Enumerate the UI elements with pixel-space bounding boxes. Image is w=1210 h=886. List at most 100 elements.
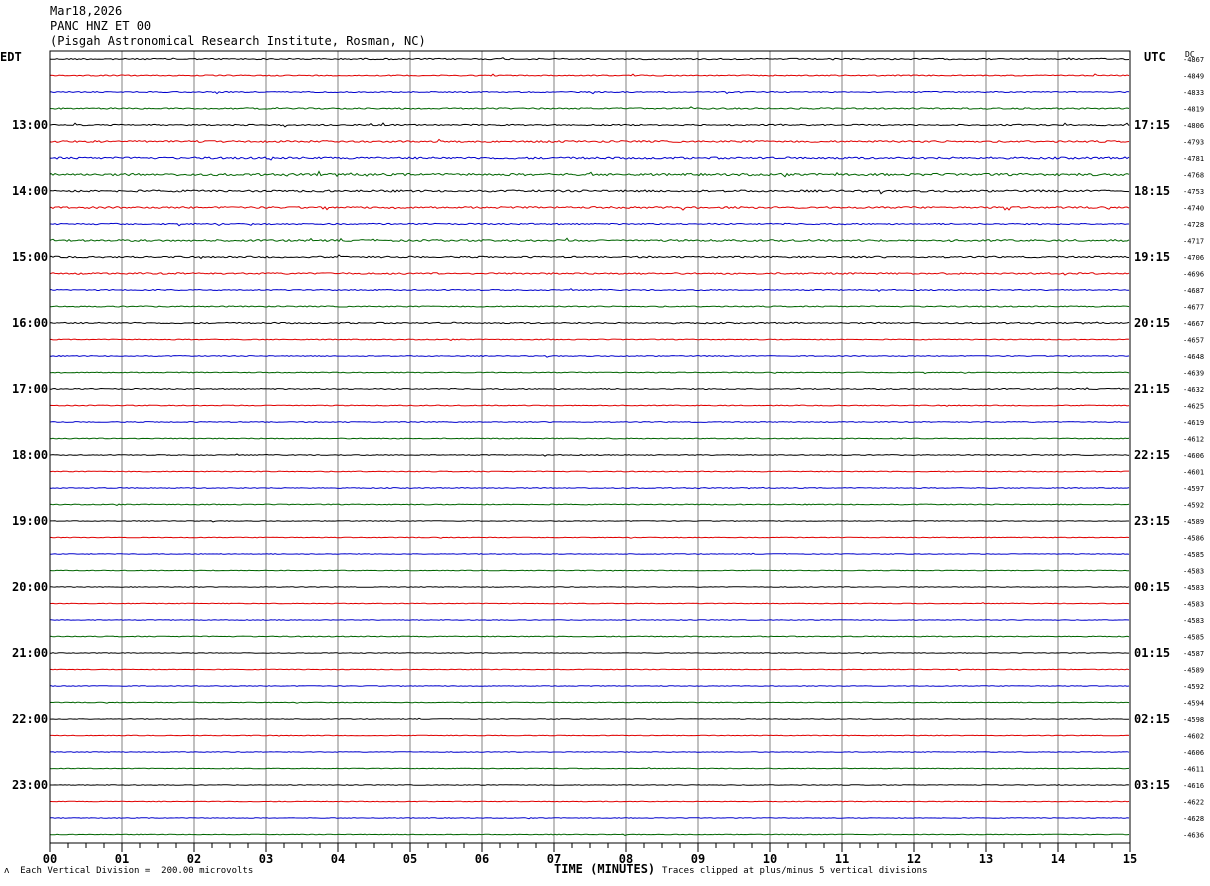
left-hour-label: 18:00 — [12, 448, 48, 462]
dc-offset-label: -4793 — [1183, 139, 1204, 147]
trace-row — [49, 90, 1130, 95]
left-hour-label: 15:00 — [12, 250, 48, 264]
right-hour-label: 20:15 — [1134, 316, 1170, 330]
dc-offset-label: -4677 — [1183, 304, 1204, 312]
dc-offset-label: -4583 — [1183, 584, 1204, 592]
trace-row — [49, 122, 1130, 128]
x-tick-label: 12 — [907, 852, 921, 866]
dc-label: DC — [1185, 50, 1195, 59]
x-axis-title: TIME (MINUTES) — [554, 862, 656, 876]
trace-row — [49, 767, 1130, 770]
trace-row — [50, 222, 1129, 227]
right-hour-label: 03:15 — [1134, 778, 1170, 792]
dc-offset-label: -4667 — [1183, 320, 1204, 328]
trace-row — [49, 371, 1130, 375]
dc-offset-label: -4806 — [1183, 122, 1204, 130]
dc-offset-label: -4611 — [1183, 766, 1204, 774]
dc-offset-label: -4781 — [1183, 155, 1204, 163]
left-hour-label: 14:00 — [12, 184, 48, 198]
left-hour-label: 13:00 — [12, 118, 48, 132]
dc-offset-label: -4586 — [1183, 535, 1204, 543]
helicorder-plot: 00 01 02 03 04 05 06 07 08 09 10 11 12 13 14 15 -4867-4… — [0, 50, 1204, 866]
x-tick-label: 14 — [1051, 852, 1065, 866]
trace-row — [49, 305, 1130, 308]
trace-row — [49, 668, 1130, 671]
trace-row — [50, 602, 1130, 605]
x-tick-label: 09 — [691, 852, 705, 866]
trace-row — [49, 421, 1130, 423]
x-tick-label: 10 — [763, 852, 777, 866]
trace-row — [49, 237, 1130, 243]
dc-offset-label: -4583 — [1183, 601, 1204, 609]
trace-row — [49, 453, 1130, 457]
trace-row — [49, 734, 1130, 737]
dc-offset-label: -4628 — [1183, 815, 1204, 823]
trace-row — [49, 685, 1130, 688]
x-tick-label: 15 — [1123, 852, 1137, 866]
x-tick-label: 04 — [331, 852, 345, 866]
dc-offset-label: -4819 — [1183, 106, 1204, 114]
trace-row — [49, 272, 1130, 276]
dc-offset-label: -4696 — [1183, 271, 1204, 279]
trace-row — [49, 652, 1129, 655]
footer-mark: ʌ — [4, 866, 10, 876]
trace-row — [49, 387, 1129, 391]
dc-offset-label: -4594 — [1183, 700, 1204, 708]
dc-offset-label: -4728 — [1183, 221, 1204, 229]
dc-offset-label: -4717 — [1183, 238, 1204, 246]
x-tick-label: 11 — [835, 852, 849, 866]
dc-offset-label: -4602 — [1183, 733, 1204, 741]
dc-offset-label: -4585 — [1183, 551, 1204, 559]
plot-frame — [49, 50, 1131, 844]
dc-offset-label: -4616 — [1183, 782, 1204, 790]
trace-row — [49, 254, 1130, 260]
dc-offset-label: -4592 — [1183, 683, 1204, 691]
x-tick-label: 06 — [475, 852, 489, 866]
trace-row — [49, 717, 1130, 720]
trace-row — [50, 784, 1130, 786]
dc-offset-label: -4833 — [1183, 89, 1204, 97]
dc-offset-label: -4619 — [1183, 419, 1204, 427]
x-tick-label: 00 — [43, 852, 57, 866]
trace-row — [49, 106, 1130, 110]
trace-row — [49, 635, 1130, 638]
left-timezone-label: EDT — [0, 50, 22, 64]
right-hour-label: 19:15 — [1134, 250, 1170, 264]
dc-offset-label: -4612 — [1183, 436, 1204, 444]
trace-row — [50, 800, 1130, 803]
footer-scale-note: ʌ Each Vertical Division = 200.00 microv… — [4, 866, 253, 876]
left-hour-label: 20:00 — [12, 580, 48, 594]
dc-offset-label: -4598 — [1183, 716, 1204, 724]
seismic-traces — [49, 57, 1130, 836]
right-hour-label: 17:15 — [1134, 118, 1170, 132]
trace-row — [49, 751, 1130, 753]
dc-offset-label: -4625 — [1183, 403, 1204, 411]
trace-row — [49, 170, 1130, 178]
trace-row — [49, 586, 1130, 588]
trace-row — [49, 701, 1130, 704]
x-tick-label: 01 — [115, 852, 129, 866]
trace-row — [49, 833, 1130, 836]
dc-offset-label: -4768 — [1183, 172, 1204, 180]
trace-row — [49, 552, 1130, 555]
dc-offset-label: -4632 — [1183, 386, 1204, 394]
dc-offset-label: -4706 — [1183, 254, 1204, 262]
dc-offset-label: -4657 — [1183, 337, 1204, 345]
trace-row — [49, 321, 1130, 325]
right-hour-label: 01:15 — [1134, 646, 1170, 660]
dc-offset-label: -4597 — [1183, 485, 1204, 493]
dc-offset-label: -4587 — [1183, 650, 1204, 658]
trace-row — [49, 486, 1130, 490]
trace-row — [49, 338, 1130, 341]
trace-row — [49, 288, 1130, 293]
trace-row — [49, 57, 1130, 61]
trace-row — [49, 503, 1130, 506]
trace-row — [49, 569, 1130, 572]
right-hour-label: 22:15 — [1134, 448, 1170, 462]
right-timezone-label: UTC — [1144, 50, 1166, 64]
dc-offset-label: -4648 — [1183, 353, 1204, 361]
left-hour-label: 16:00 — [12, 316, 48, 330]
left-hour-label: 21:00 — [12, 646, 48, 660]
x-tick-label: 13 — [979, 852, 993, 866]
dc-offset-label: -4740 — [1183, 205, 1204, 213]
